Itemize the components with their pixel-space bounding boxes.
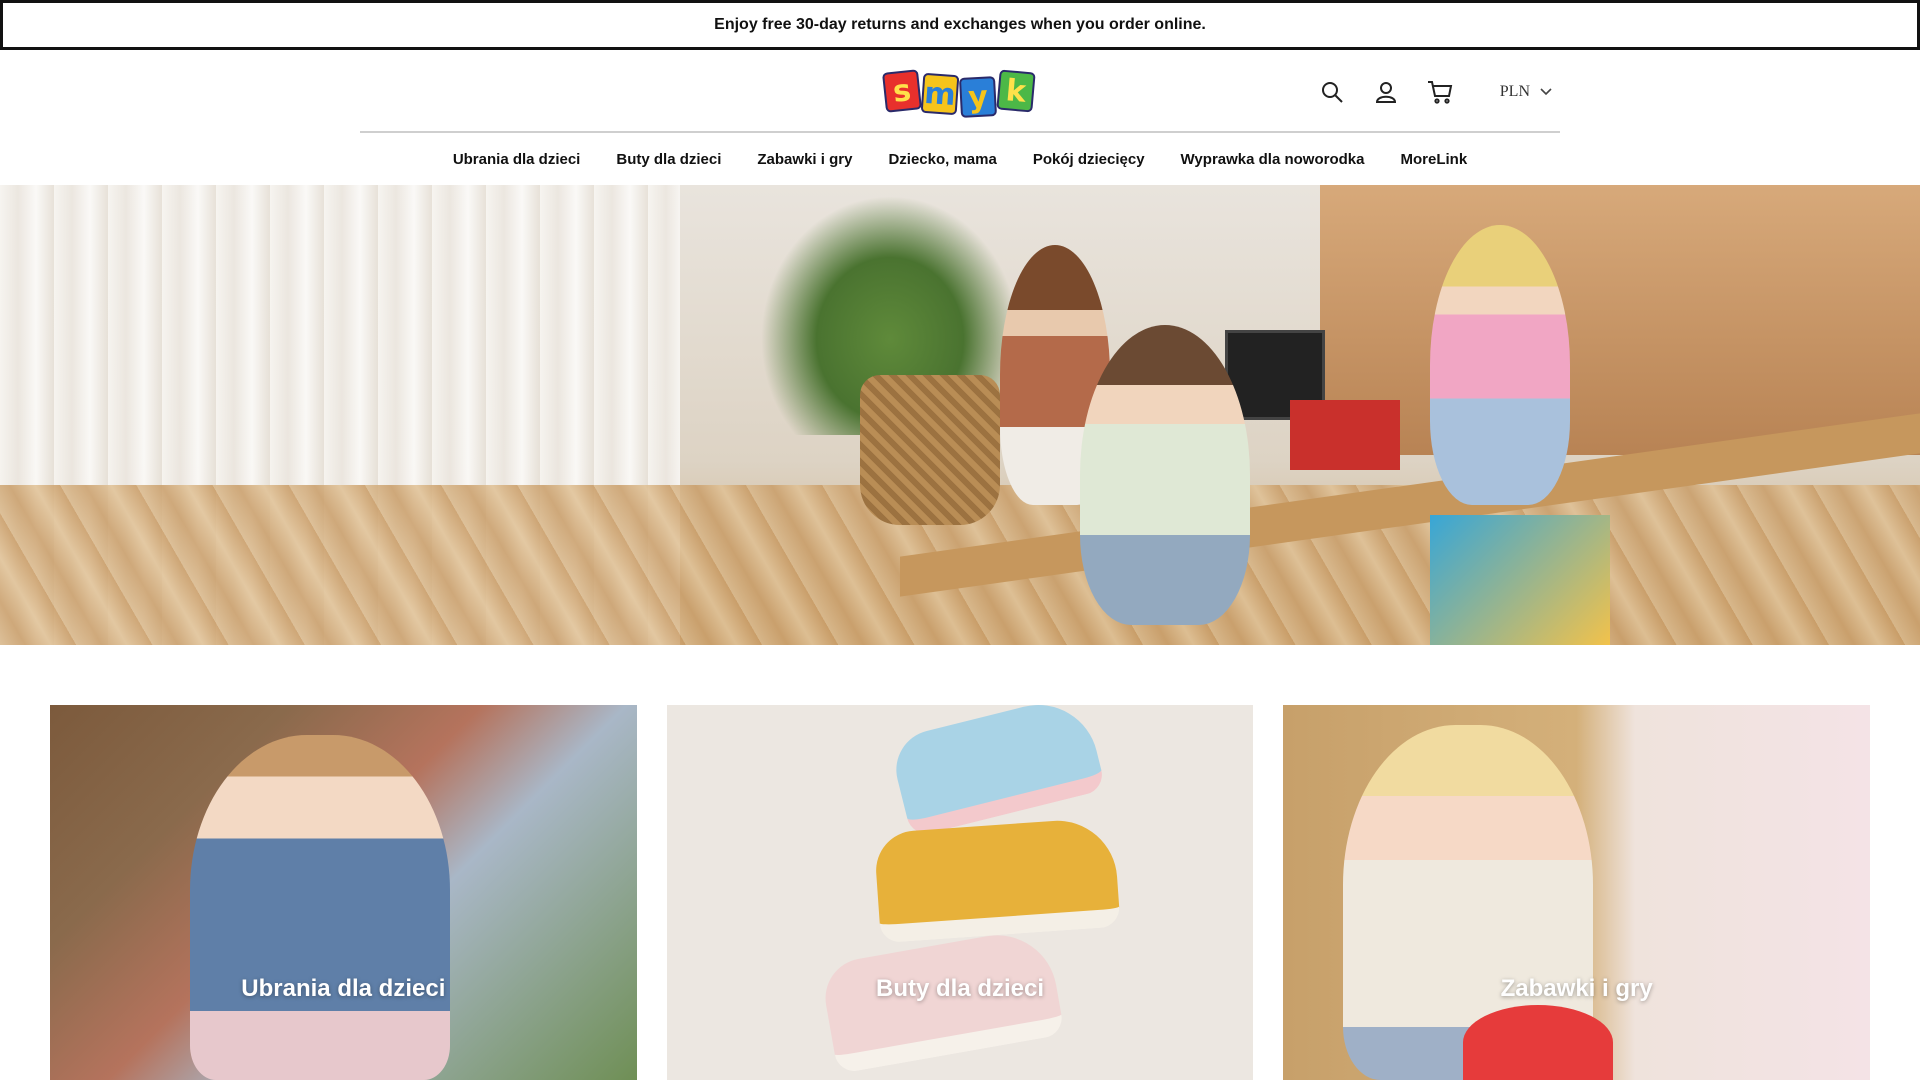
currency-label: PLN xyxy=(1499,83,1530,100)
category-card-ubrania[interactable]: Ubrania dla dzieci xyxy=(50,705,637,1080)
hero-child xyxy=(1080,325,1250,625)
nav-item-more[interactable]: MoreLink xyxy=(1400,151,1467,168)
hero-banner[interactable] xyxy=(0,185,1920,645)
category-label: Zabawki i gry xyxy=(1500,975,1653,1002)
category-image xyxy=(190,735,450,1080)
announcement-bar: Enjoy free 30-day returns and exchanges … xyxy=(0,0,1920,50)
hero-toy-box xyxy=(1430,515,1610,645)
site-header: s m y k PLN xyxy=(0,50,1920,132)
hero-basket xyxy=(860,375,1000,525)
nav-item-zabawki[interactable]: Zabawki i gry xyxy=(757,151,852,168)
hero-child xyxy=(1430,225,1570,505)
category-card-buty[interactable]: Buty dla dzieci xyxy=(666,705,1254,1080)
category-label: Buty dla dzieci xyxy=(875,975,1045,1002)
nav-item-pokoj[interactable]: Pokój dziecięcy xyxy=(1033,151,1145,168)
cart-icon[interactable] xyxy=(1426,78,1454,106)
hero-background-room xyxy=(1320,185,1920,455)
header-actions: PLN xyxy=(1318,78,1552,106)
account-icon[interactable] xyxy=(1372,78,1400,106)
currency-selector[interactable]: PLN xyxy=(1500,83,1552,101)
logo-letter: m xyxy=(920,72,960,116)
main-nav: Ubrania dla dzieci Buty dla dzieci Zabaw… xyxy=(0,133,1920,185)
nav-item-buty[interactable]: Buty dla dzieci xyxy=(616,151,721,168)
category-label: Ubrania dla dzieci xyxy=(241,975,446,1002)
logo-letter: y xyxy=(958,76,998,118)
logo-letter: k xyxy=(996,69,1036,113)
announcement-text: Enjoy free 30-day returns and exchanges … xyxy=(714,16,1206,33)
category-image xyxy=(873,816,1121,944)
category-image xyxy=(887,705,1106,838)
search-icon[interactable] xyxy=(1318,78,1346,106)
nav-item-wyprawka[interactable]: Wyprawka dla noworodka xyxy=(1181,151,1365,168)
category-cards: Ubrania dla dzieci Buty dla dzieci Zabaw… xyxy=(50,705,1871,1080)
hero-toy-box xyxy=(1290,400,1400,470)
logo-letter: s xyxy=(882,69,922,113)
category-image xyxy=(1463,1005,1614,1080)
category-card-zabawki[interactable]: Zabawki i gry xyxy=(1283,705,1871,1080)
nav-item-dziecko-mama[interactable]: Dziecko, mama xyxy=(888,151,996,168)
nav-item-ubrania[interactable]: Ubrania dla dzieci xyxy=(453,151,581,168)
logo[interactable]: s m y k xyxy=(882,66,1036,118)
chevron-down-icon xyxy=(1540,88,1552,96)
